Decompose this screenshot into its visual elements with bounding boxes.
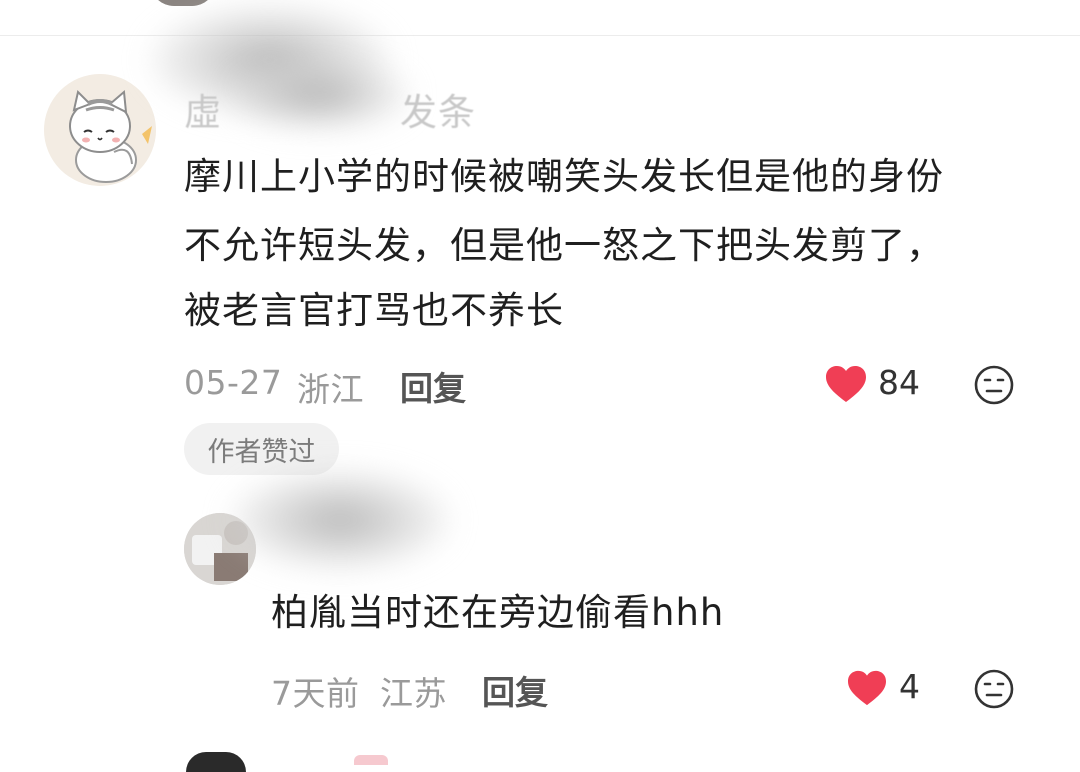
comment-date: 05-27	[184, 363, 283, 402]
like-button[interactable]	[824, 364, 868, 404]
username-redacted-blur	[230, 60, 410, 130]
reply-button[interactable]: 回复	[400, 362, 466, 410]
reply-time: 7天前	[271, 674, 360, 713]
reply-location: 江苏	[380, 674, 447, 713]
dislike-button[interactable]	[973, 364, 1015, 406]
like-count: 84	[878, 363, 920, 402]
username-fragment: 虛	[184, 91, 222, 134]
reply-like-count: 4	[899, 667, 920, 706]
comment-text-line: 不允许短头发，但是他一怒之下把头发剪了，	[184, 224, 944, 267]
author-liked-badge: 作者赞过	[184, 423, 339, 475]
reply-reply-button[interactable]: 回复	[482, 666, 548, 714]
previous-comment-avatar	[150, 0, 216, 6]
reply-like-button[interactable]	[846, 669, 888, 707]
reply-username-redacted-blur	[230, 470, 450, 570]
cat-avatar-illustration	[44, 74, 156, 186]
heart-icon	[826, 366, 866, 402]
dislike-face-icon	[974, 669, 1014, 709]
username-fragment: 发条	[400, 91, 476, 134]
commenter-avatar[interactable]	[44, 74, 156, 186]
reply-dislike-button[interactable]	[973, 668, 1015, 710]
comment-location: 浙江	[297, 370, 364, 409]
next-comment-avatar	[186, 752, 246, 772]
comment-text-line: 被老言官打骂也不养长	[184, 289, 564, 332]
next-comment-badge	[354, 755, 388, 765]
comment-text-line: 摩川上小学的时候被嘲笑头发长但是他的身份	[184, 155, 944, 198]
heart-icon	[848, 670, 886, 706]
reply-text: 柏胤当时还在旁边偷看hhh	[271, 591, 725, 634]
dislike-face-icon	[974, 365, 1014, 405]
